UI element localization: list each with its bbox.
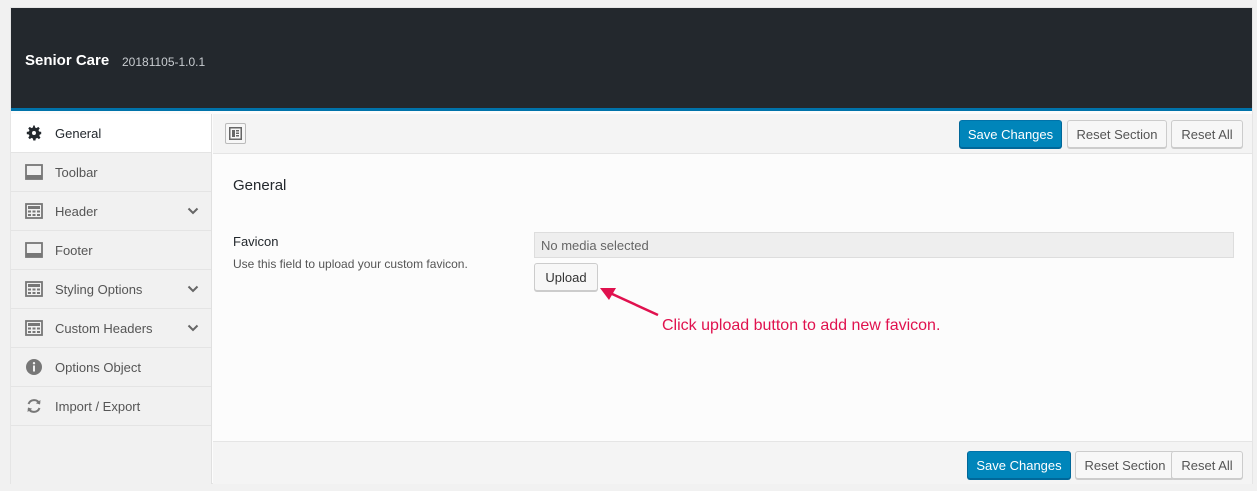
- sidebar-item-label: Footer: [55, 242, 93, 258]
- save-changes-button[interactable]: Save Changes: [967, 451, 1071, 479]
- favicon-media-field[interactable]: [534, 232, 1234, 258]
- bottom-toolbar: Save Changes Reset Section Reset All: [213, 441, 1252, 484]
- sidebar-item-header[interactable]: Header: [11, 192, 211, 231]
- sidebar-item-label: General: [55, 125, 102, 141]
- chevron-down-icon[interactable]: [187, 322, 199, 334]
- sidebar-item-label: Styling Options: [55, 281, 143, 297]
- upload-button[interactable]: Upload: [534, 263, 598, 291]
- panel-icon: [25, 163, 43, 181]
- chevron-down-icon[interactable]: [187, 283, 199, 295]
- info-icon: [25, 358, 43, 376]
- sidebar-item-styling-options[interactable]: Styling Options: [11, 270, 211, 309]
- favicon-label: Favicon: [233, 234, 279, 249]
- version-label: 20181105-1.0.1: [122, 55, 206, 69]
- sidebar: General Toolbar Header Footer Styling Op…: [11, 114, 212, 484]
- reset-all-button[interactable]: Reset All: [1171, 451, 1243, 479]
- options-panel: Senior Care 20181105-1.0.1 General Toolb…: [10, 7, 1253, 484]
- sidebar-item-label: Options Object: [55, 359, 141, 375]
- sidebar-item-custom-headers[interactable]: Custom Headers: [11, 309, 211, 348]
- sidebar-item-footer[interactable]: Footer: [11, 231, 211, 270]
- expand-icon: [229, 127, 242, 140]
- save-changes-button[interactable]: Save Changes: [959, 120, 1062, 148]
- sidebar-item-general[interactable]: General: [11, 114, 211, 153]
- sidebar-item-label: Toolbar: [55, 164, 98, 180]
- favicon-description: Use this field to upload your custom fav…: [233, 257, 468, 271]
- sidebar-item-label: Import / Export: [55, 398, 141, 414]
- panel-icon: [25, 241, 43, 259]
- reset-all-button[interactable]: Reset All: [1171, 120, 1243, 148]
- grid-panel-icon: [25, 202, 43, 220]
- section-title: General: [233, 177, 287, 194]
- expand-options-button[interactable]: [225, 123, 246, 144]
- panel-title: Senior Care: [25, 52, 110, 69]
- chevron-down-icon[interactable]: [187, 205, 199, 217]
- section-content: General Favicon Use this field to upload…: [213, 155, 1252, 441]
- sidebar-item-label: Header: [55, 203, 98, 219]
- reset-section-button[interactable]: Reset Section: [1067, 120, 1167, 148]
- annotation-text: Click upload button to add new favicon.: [662, 317, 941, 334]
- sidebar-item-options-object[interactable]: Options Object: [11, 348, 211, 387]
- gear-icon: [25, 124, 43, 142]
- grid-panel-icon: [25, 280, 43, 298]
- panel-header: Senior Care 20181105-1.0.1: [11, 8, 1252, 111]
- reset-section-button[interactable]: Reset Section: [1075, 451, 1175, 479]
- grid-panel-icon: [25, 319, 43, 337]
- annotation-arrow-icon: [600, 288, 659, 317]
- sidebar-item-import-export[interactable]: Import / Export: [11, 387, 211, 426]
- sidebar-item-label: Custom Headers: [55, 320, 153, 336]
- top-toolbar: Save Changes Reset Section Reset All: [213, 114, 1252, 154]
- refresh-icon: [25, 397, 43, 415]
- sidebar-item-toolbar[interactable]: Toolbar: [11, 153, 211, 192]
